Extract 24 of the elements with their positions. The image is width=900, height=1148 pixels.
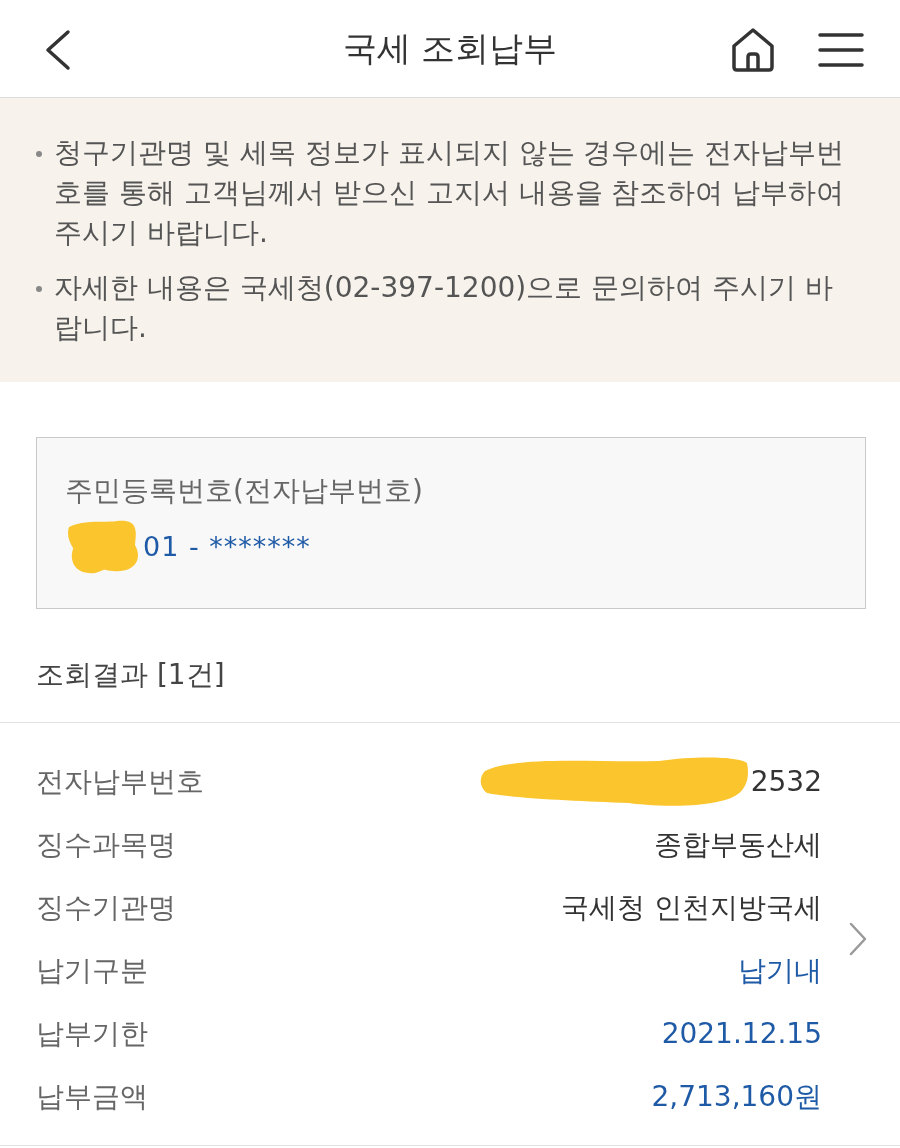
page-title: 국세 조회납부 <box>342 26 558 70</box>
row-value: 2,713,160원 <box>651 1078 822 1115</box>
notice-text: 청구기관명 및 세목 정보가 표시되지 않는 경우에는 전자납부번호를 통해 고객님께서 받으신 고지서 내용을 참조하여 납부하여 주시기 바랍니다. <box>54 135 846 251</box>
chevron-right-icon[interactable] <box>848 921 868 957</box>
bullet-icon <box>36 151 42 157</box>
home-button[interactable] <box>730 27 776 72</box>
field-value: 01 - ******* <box>143 530 311 564</box>
result-item[interactable]: 전자납부번호 2532 징수과목명 종합부동산세 징수기관명 국세청 인천지방국세 납기구분 납기내 납부기한 2021.12.15 납부금액 2,713,160원 <box>0 723 900 1146</box>
row-label: 징수기관명 <box>36 889 176 926</box>
row-value: 2021.12.15 <box>661 1017 822 1050</box>
results-heading: 조회결과 [1건] <box>36 657 226 693</box>
row-value: 종합부동산세 <box>654 826 822 863</box>
field-label: 주민등록번호(전자납부번호) <box>65 473 424 509</box>
row-label: 전자납부번호 <box>36 763 204 800</box>
menu-button[interactable] <box>818 32 864 68</box>
row-label: 납부기한 <box>36 1015 148 1052</box>
row-value: 국세청 인천지방국세 <box>561 889 822 926</box>
notice-text: 자세한 내용은 국세청(02-397-1200)으로 문의하여 주시기 바랍니다. <box>54 270 834 346</box>
row-label: 납기구분 <box>36 952 148 989</box>
bullet-icon <box>36 286 42 292</box>
row-label: 징수과목명 <box>36 826 176 863</box>
row-label: 납부금액 <box>36 1078 148 1115</box>
row-value: 납기내 <box>738 952 822 989</box>
row-value: 2532 <box>750 765 822 798</box>
